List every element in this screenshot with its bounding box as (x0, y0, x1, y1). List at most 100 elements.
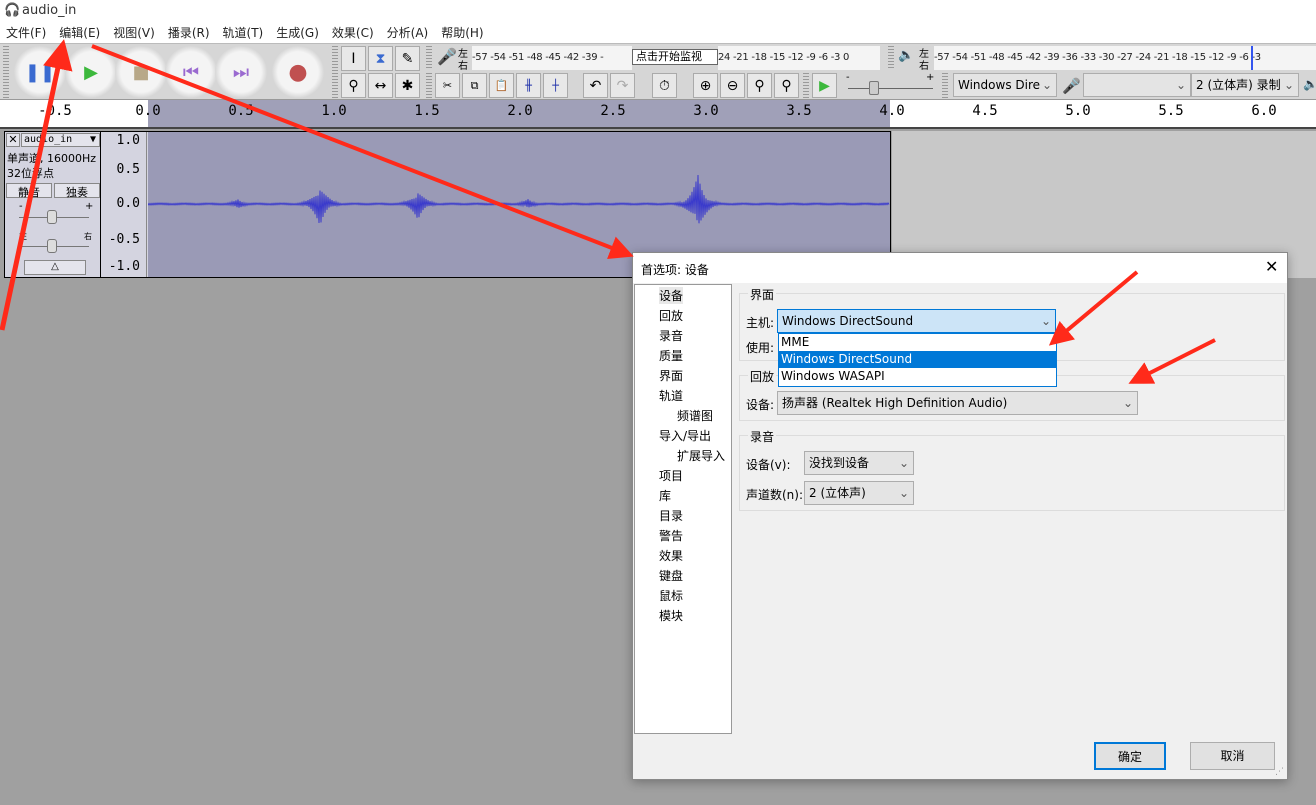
trim-button[interactable]: ╫ (516, 73, 541, 98)
envelope-tool[interactable]: ⧗ (368, 46, 393, 71)
menu-generate[interactable]: 生成(G) (276, 22, 326, 43)
chevron-down-icon: ⌄ (898, 486, 909, 500)
tree-item[interactable]: 鼠标 (659, 587, 683, 604)
host-option-mme[interactable]: MME (779, 334, 1056, 351)
tree-item[interactable]: 轨道 (659, 387, 683, 404)
play-at-speed-button[interactable]: ▶ (812, 73, 837, 98)
ok-button[interactable]: 确定 (1094, 742, 1166, 770)
fit-project-button[interactable]: ⚲ (774, 73, 799, 98)
menu-analyze[interactable]: 分析(A) (387, 22, 436, 43)
menu-effect[interactable]: 效果(C) (332, 22, 381, 43)
silence-button[interactable]: ┼ (543, 73, 568, 98)
menu-help[interactable]: 帮助(H) (441, 22, 490, 43)
collapse-track-button[interactable]: △ (24, 260, 86, 275)
play-button[interactable]: ▶ (65, 46, 117, 98)
chevron-down-icon: ⌄ (1122, 396, 1133, 410)
tree-item[interactable]: 库 (659, 487, 671, 504)
channels-select[interactable]: 2 (立体声) ⌄ (804, 481, 914, 505)
sync-lock-button[interactable]: ⏱ (652, 73, 677, 98)
stop-button[interactable]: ■ (115, 46, 167, 98)
tree-item[interactable]: 键盘 (659, 567, 683, 584)
track-name-menu[interactable]: audio_in ▼ (21, 133, 100, 147)
tree-item[interactable]: 项目 (659, 467, 683, 484)
gain-slider-thumb[interactable] (47, 210, 57, 224)
tree-item[interactable]: 导入/导出 (659, 427, 711, 444)
channels-value: 2 (立体声) 录制 (1196, 78, 1281, 92)
chevron-down-icon: ⌄ (898, 456, 909, 470)
skip-end-button[interactable]: ⏭ (215, 46, 267, 98)
pause-button[interactable]: ❚❚ (14, 46, 66, 98)
skip-start-button[interactable]: ⏮ (165, 46, 217, 98)
tree-item[interactable]: 回放 (659, 307, 683, 324)
time-shift-tool[interactable]: ↔ (368, 73, 393, 98)
edit-grip[interactable] (426, 73, 432, 98)
playback-meter[interactable]: -57 -54 -51 -48 -45 -42 -39 -36 -33 -30 … (934, 46, 1316, 70)
recording-device-select[interactable]: 没找到设备 ⌄ (804, 451, 914, 475)
tree-item[interactable]: 扩展导入 (677, 447, 725, 464)
tools-grip[interactable] (332, 46, 338, 98)
menu-edit[interactable]: 编辑(E) (59, 22, 107, 43)
paste-button[interactable]: 📋 (489, 73, 514, 98)
playback-device-value: 扬声器 (Realtek High Definition Audio) (782, 396, 1008, 410)
meter-grip[interactable] (426, 46, 432, 70)
menu-tracks[interactable]: 轨道(T) (223, 22, 271, 43)
zoom-in-icon: ⊕ (699, 77, 712, 94)
tree-item[interactable]: 录音 (659, 327, 683, 344)
chevron-down-icon: ⌄ (1283, 78, 1294, 92)
host-value: Windows Dire (958, 78, 1041, 92)
device-grip[interactable] (942, 73, 948, 98)
tree-item[interactable]: 警告 (659, 527, 683, 544)
tree-item[interactable]: 模块 (659, 607, 683, 624)
timeline-ruler[interactable]: -0.5 0.0 0.5 1.0 1.5 2.0 2.5 3.0 3.5 4.0 4.5 5.0 5.5… (0, 100, 1316, 129)
speed-slider[interactable] (848, 88, 933, 89)
recording-device-combo[interactable]: ⌄ (1083, 73, 1191, 97)
menu-file[interactable]: 文件(F) (6, 22, 53, 43)
recording-meter[interactable]: -57 -54 -51 -48 -45 -42 -39 - (472, 46, 632, 70)
menu-transport[interactable]: 播录(R) (168, 22, 217, 43)
amp-tick: -0.5 (108, 232, 140, 247)
mute-button[interactable]: 静音 (6, 183, 52, 199)
playback-device-label: 设备: (746, 398, 775, 412)
tree-item[interactable]: 设备 (659, 287, 684, 304)
tree-item[interactable]: 频谱图 (677, 407, 713, 424)
play-at-speed-grip[interactable] (803, 73, 809, 98)
recording-meter-right[interactable]: 24 -21 -18 -15 -12 -9 -6 -3 0 (718, 46, 880, 70)
resize-grip-icon[interactable]: ⋰ (1275, 767, 1284, 777)
amp-tick: -1.0 (108, 259, 140, 274)
dialog-title-bar: 首选项: 设备 ✕ (633, 253, 1287, 283)
playback-device-select[interactable]: 扬声器 (Realtek High Definition Audio) ⌄ (777, 391, 1138, 415)
redo-button[interactable]: ↷ (610, 73, 635, 98)
toolbar-grip[interactable] (3, 46, 9, 98)
fit-selection-button[interactable]: ⚲ (747, 73, 772, 98)
host-option-directsound[interactable]: Windows DirectSound (779, 351, 1056, 368)
tree-item[interactable]: 目录 (659, 507, 683, 524)
host-select[interactable]: Windows DirectSound ⌄ (777, 309, 1056, 333)
speed-slider-thumb[interactable] (869, 81, 879, 95)
pan-slider-thumb[interactable] (47, 239, 57, 253)
undo-button[interactable]: ↶ (583, 73, 608, 98)
cancel-button[interactable]: 取消 (1190, 742, 1275, 770)
host-option-wasapi[interactable]: Windows WASAPI (779, 368, 1056, 385)
tree-item[interactable]: 质量 (659, 347, 683, 364)
zoom-in-button[interactable]: ⊕ (693, 73, 718, 98)
cut-button[interactable]: ✂ (435, 73, 460, 98)
multi-tool[interactable]: ✱ (395, 73, 420, 98)
play-icon: ▶ (84, 61, 98, 83)
close-dialog-button[interactable]: ✕ (1265, 257, 1278, 276)
recording-channels-combo[interactable]: 2 (立体声) 录制 ⌄ (1191, 73, 1299, 97)
speed-min-label: - (846, 72, 850, 83)
play-meter-grip[interactable] (888, 46, 894, 70)
tree-item[interactable]: 界面 (659, 367, 683, 384)
copy-button[interactable]: ⧉ (462, 73, 487, 98)
solo-button[interactable]: 独奏 (54, 183, 100, 199)
undo-icon: ↶ (589, 77, 602, 94)
menu-view[interactable]: 视图(V) (113, 22, 162, 43)
zoom-tool[interactable]: ⚲ (341, 73, 366, 98)
close-track-button[interactable]: ✕ (6, 133, 20, 147)
host-combo[interactable]: Windows Dire ⌄ (953, 73, 1057, 97)
selection-tool[interactable]: I (341, 46, 366, 71)
draw-tool[interactable]: ✎ (395, 46, 420, 71)
tree-item[interactable]: 效果 (659, 547, 683, 564)
record-button[interactable]: ● (272, 46, 324, 98)
zoom-out-button[interactable]: ⊖ (720, 73, 745, 98)
